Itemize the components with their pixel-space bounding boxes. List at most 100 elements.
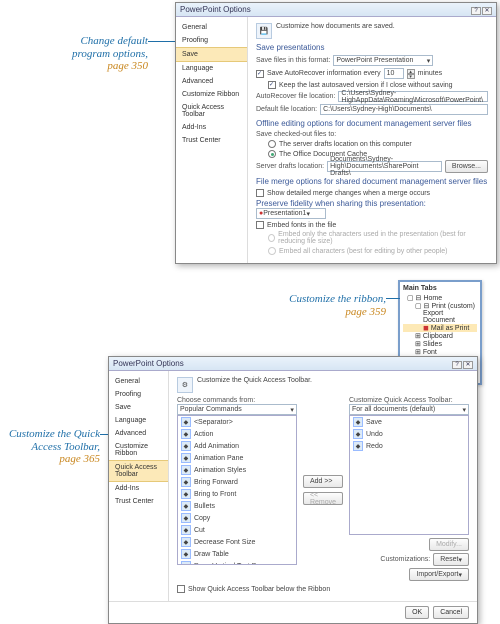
embed-label: Embed fonts in the file: [267, 222, 336, 229]
commands-list[interactable]: ◆<Separator>◆Action◆Add Animation◆Animat…: [177, 415, 297, 565]
merge-label: Show detailed merge changes when a merge…: [267, 190, 430, 197]
sb2-trust[interactable]: Trust Center: [109, 495, 168, 508]
pane-header-2: Customize the Quick Access Toolbar.: [197, 377, 312, 384]
cmd-item[interactable]: ◆Animation Styles: [178, 464, 296, 476]
sb2-general[interactable]: General: [109, 375, 168, 388]
rt-mailprint[interactable]: Mail as Print: [431, 325, 470, 332]
reset-button[interactable]: Reset ▾: [433, 553, 469, 566]
below-ribbon-check[interactable]: [177, 585, 185, 593]
checkout-label: Save checked-out files to:: [256, 131, 336, 138]
rt-print[interactable]: Print (custom): [431, 303, 475, 310]
callout-line-2: [386, 298, 400, 299]
cmd-item[interactable]: ◆Copy: [178, 512, 296, 524]
sb1-proofing[interactable]: Proofing: [176, 34, 247, 47]
remove-button[interactable]: << Remove: [303, 492, 343, 505]
add-button[interactable]: Add >>: [303, 475, 343, 488]
cmd-item[interactable]: ◆Draw Vertical Text Box: [178, 560, 296, 565]
dialog-title-2: PowerPoint Options: [113, 359, 184, 368]
browse-button[interactable]: Browse...: [445, 160, 488, 173]
pres-dropdown[interactable]: ● Presentation1 ▾: [256, 208, 326, 219]
options-dialog-qat: PowerPoint Options ?✕ General Proofing S…: [108, 356, 478, 624]
cmd-item[interactable]: ◆<Separator>: [178, 416, 296, 428]
drafts-input[interactable]: Documents\Sydney-High\Documents\SharePoi…: [327, 161, 442, 172]
cust-dropdown[interactable]: For all documents (default)▾: [349, 404, 469, 415]
sb2-language[interactable]: Language: [109, 414, 168, 427]
sb1-general[interactable]: General: [176, 21, 247, 34]
rt-slides[interactable]: Slides: [423, 341, 442, 348]
qat-list[interactable]: ◆Save◆Undo◆Redo: [349, 415, 469, 535]
save-format-dropdown[interactable]: PowerPoint Presentation ▾: [333, 55, 433, 66]
callout-ribbon: Customize the ribbon, page 359: [260, 293, 386, 318]
qat-item[interactable]: ◆Redo: [350, 440, 468, 452]
cmd-item[interactable]: ◆Cut: [178, 524, 296, 536]
dialog-footer-2: OK Cancel: [109, 601, 477, 623]
cmd-item[interactable]: ◆Decrease Font Size: [178, 536, 296, 548]
sb2-proofing[interactable]: Proofing: [109, 388, 168, 401]
dialog-title-1: PowerPoint Options: [180, 5, 251, 14]
sb2-qat[interactable]: Quick Access Toolbar: [109, 460, 168, 482]
autorecover-label: Save AutoRecover information every: [267, 70, 381, 77]
merge-check[interactable]: [256, 189, 264, 197]
drafts-label: Server drafts location:: [256, 163, 324, 170]
sb1-advanced[interactable]: Advanced: [176, 75, 247, 88]
co-opt2-radio[interactable]: [268, 150, 276, 158]
cmd-item[interactable]: ◆Bullets: [178, 500, 296, 512]
choose-label: Choose commands from:: [177, 397, 297, 404]
embed-opt1-label: Embed only the characters used in the pr…: [278, 231, 488, 245]
sb2-addins[interactable]: Add-Ins: [109, 482, 168, 495]
keeplast-check[interactable]: [268, 81, 276, 89]
embed-check[interactable]: [256, 221, 264, 229]
rt-home[interactable]: Home: [423, 295, 442, 302]
qat-icon: ⚙: [177, 377, 193, 393]
cmd-item[interactable]: ◆Draw Table: [178, 548, 296, 560]
qat-item[interactable]: ◆Save: [350, 416, 468, 428]
impexp-button[interactable]: Import/Export ▾: [409, 568, 469, 581]
rt-font[interactable]: Font: [423, 349, 437, 356]
cancel-button[interactable]: Cancel: [433, 606, 469, 619]
modify-button[interactable]: Modify...: [429, 538, 469, 551]
cmd-item[interactable]: ◆Animation Pane: [178, 452, 296, 464]
arloc-label: AutoRecover file location:: [256, 93, 335, 100]
cust-label: Customize Quick Access Toolbar:: [349, 397, 469, 404]
co-opt1-radio[interactable]: [268, 140, 276, 148]
callout-save: Change default program options, page 350: [38, 35, 148, 73]
embed-opt2-label: Embed all characters (best for editing b…: [279, 248, 447, 255]
embed-opt2-radio: [268, 247, 276, 255]
cmd-item[interactable]: ◆Action: [178, 428, 296, 440]
rt-export[interactable]: Export Document: [423, 310, 477, 324]
sb1-language[interactable]: Language: [176, 62, 247, 75]
save-icon: 💾: [256, 23, 272, 39]
sb1-trust[interactable]: Trust Center: [176, 134, 247, 147]
mainpane-2: ⚙ Customize the Quick Access Toolbar. Ch…: [169, 371, 477, 601]
embed-opt1-radio: [268, 234, 275, 242]
qat-item[interactable]: ◆Undo: [350, 428, 468, 440]
sb1-addins[interactable]: Add-Ins: [176, 121, 247, 134]
rt-clipboard[interactable]: Clipboard: [423, 333, 453, 340]
sec-offline: Offline editing options for document man…: [256, 119, 488, 128]
sec-merge: File merge options for shared document m…: [256, 177, 488, 186]
autorecover-minutes[interactable]: 10: [384, 68, 404, 79]
sb1-save[interactable]: Save: [176, 47, 247, 62]
titlebar-1: PowerPoint Options ?✕: [176, 3, 496, 17]
sb2-custribbon[interactable]: Customize Ribbon: [109, 440, 168, 460]
sb1-custribbon[interactable]: Customize Ribbon: [176, 88, 247, 101]
below-ribbon-label: Show Quick Access Toolbar below the Ribb…: [188, 586, 330, 593]
choose-dropdown[interactable]: Popular Commands▾: [177, 404, 297, 415]
window-buttons-1[interactable]: ?✕: [470, 5, 492, 15]
ok-button[interactable]: OK: [405, 606, 429, 619]
sb2-save[interactable]: Save: [109, 401, 168, 414]
minutes-spin[interactable]: ▴▾: [407, 69, 415, 79]
ribbon-tree-header: Main Tabs: [403, 285, 477, 292]
cmd-item[interactable]: ◆Bring to Front: [178, 488, 296, 500]
cmd-item[interactable]: ◆Bring Forward: [178, 476, 296, 488]
sb2-advanced[interactable]: Advanced: [109, 427, 168, 440]
autorecover-check[interactable]: [256, 70, 264, 78]
minutes-unit: minutes: [418, 70, 443, 77]
window-buttons-2[interactable]: ?✕: [451, 359, 473, 369]
sec-save-pres: Save presentations: [256, 43, 488, 52]
sb1-qat[interactable]: Quick Access Toolbar: [176, 101, 247, 121]
cmd-item[interactable]: ◆Add Animation: [178, 440, 296, 452]
defloc-input[interactable]: C:\Users\Sydney-High\Documents\: [320, 104, 488, 115]
arloc-input[interactable]: C:\Users\Sydney-HighAppData\Roaming\Micr…: [338, 91, 488, 102]
defloc-label: Default file location:: [256, 106, 317, 113]
